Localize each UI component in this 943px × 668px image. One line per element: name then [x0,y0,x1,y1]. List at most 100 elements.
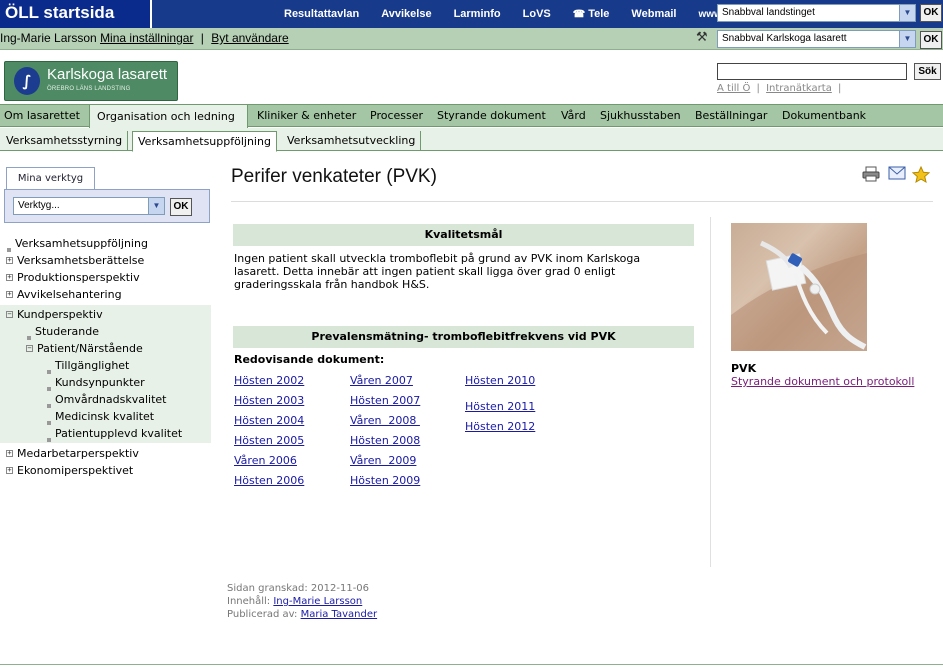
doc-link[interactable]: Våren 2009 [350,454,416,467]
top-nav-webmail[interactable]: Webmail [631,8,676,20]
divider [710,217,711,567]
published-by-link[interactable]: Maria Tavander [301,609,378,620]
top-nav: Resultattavlan Avvikelse Larminfo LoVS ☎… [284,0,744,28]
top-nav-resultattavlan[interactable]: Resultattavlan [284,8,359,20]
my-tools-tab[interactable]: Mina verktyg [6,167,95,190]
search-input[interactable] [717,63,907,80]
user-bar: Ing-Marie Larsson Mina inställningar | B… [0,28,943,50]
tree-item-patientupplevd-kvalitet[interactable]: Patientupplevd kvalitet [0,425,211,442]
main-nav: Om lasarettet Organisation och ledning K… [0,104,943,128]
divider [231,201,933,202]
subtab-verksamhetsstyrning[interactable]: Verksamhetsstyrning [1,131,129,151]
doc-link[interactable]: Hösten 2008 [350,434,420,447]
tab-styrande-dokument[interactable]: Styrande dokument [437,105,546,126]
page-footer: Sidan granskad: 2012-11-06 Innehåll: Ing… [227,582,377,621]
favorite-star-icon[interactable] [911,165,931,187]
quick-select-county-value: Snabbval landstinget [722,7,815,18]
expand-icon[interactable]: + [6,291,13,298]
tree-item-omvardnadskvalitet[interactable]: Omvårdnadskvalitet [0,391,211,408]
doc-link[interactable]: Hösten 2010 [465,374,535,387]
governing-documents-link[interactable]: Styrande dokument och protokoll [731,375,914,388]
pvk-photo [731,223,867,351]
quick-select-county-ok-button[interactable]: OK [920,4,942,22]
doc-link[interactable]: Hösten 2004 [234,414,304,427]
doc-link[interactable]: Hösten 2012 [465,420,535,433]
top-nav-avvikelse[interactable]: Avvikelse [381,8,431,20]
hospital-logo[interactable]: ∫ Karlskoga lasarett ÖREBRO LÄNS LANDSTI… [4,61,178,101]
quality-goal-heading: Kvalitetsmål [233,224,694,246]
chevron-down-icon: ▼ [899,31,915,47]
tab-kliniker-enheter[interactable]: Kliniker & enheter [257,105,356,126]
intranet-map-link[interactable]: Intranätkarta [766,83,832,94]
tools-icon: ⚒ [696,30,708,45]
tab-bestallningar[interactable]: Beställningar [695,105,767,126]
published-by-label: Publicerad av: [227,609,298,620]
quick-select-hospital-value: Snabbval Karlskoga lasarett [722,33,847,44]
collapse-icon[interactable]: − [6,311,13,318]
doc-link[interactable]: Hösten 2011 [465,400,535,413]
expand-icon[interactable]: + [6,467,13,474]
tab-om-lasarettet[interactable]: Om lasarettet [4,105,80,126]
reviewed-date: 2012-11-06 [310,583,370,594]
a-to-o-link[interactable]: A till Ö [717,83,750,94]
tree-item-verksamhetsberattelse[interactable]: + Verksamhetsberättelse [0,252,211,269]
tree-item-kundperspektiv[interactable]: − Kundperspektiv [0,306,211,323]
expand-icon[interactable]: + [6,274,13,281]
doc-link[interactable]: Hösten 2005 [234,434,304,447]
subtab-verksamhetsutveckling[interactable]: Verksamhetsutveckling [282,131,422,151]
email-icon[interactable] [888,166,906,184]
tab-organisation-och-ledning[interactable]: Organisation och ledning [89,104,248,128]
tree-item-tillganglighet[interactable]: Tillgänglighet [0,357,211,374]
tree-item-medicinsk-kvalitet[interactable]: Medicinsk kvalitet [0,408,211,425]
subtab-verksamhetsuppfoljning[interactable]: Verksamhetsuppföljning [132,131,277,152]
tree-item-kundsynpunkter[interactable]: Kundsynpunkter [0,374,211,391]
tree-item-verksamhetsuppfoljning[interactable]: Verksamhetsuppföljning [0,235,211,252]
top-nav-tele-label[interactable]: Tele [588,8,609,20]
brand-home-link[interactable]: ÖLL startsida [0,0,152,28]
tab-sjukhusstaben[interactable]: Sjukhusstaben [600,105,681,126]
tree-item-avvikelsehantering[interactable]: + Avvikelsehantering [0,286,211,303]
chevron-down-icon: ▼ [899,5,915,21]
quality-goal-text: Ingen patient skall utveckla tromboflebi… [234,252,641,291]
sub-nav: Verksamhetsstyrning Verksamhetsuppföljni… [0,128,943,152]
print-icon[interactable] [862,166,880,186]
search-button[interactable]: Sök [914,63,941,80]
tree-group-kundperspektiv: − Kundperspektiv Studerande − Patient/Nä… [0,305,211,443]
tab-vard[interactable]: Vård [561,105,586,126]
tree-item-medarbetarperspektiv[interactable]: + Medarbetarperspektiv [0,445,211,462]
tools-select-value: Verktyg... [18,200,60,211]
content-owner-link[interactable]: Ing-Marie Larsson [273,596,362,607]
top-nav-larminfo[interactable]: Larminfo [454,8,501,20]
tree-item-studerande[interactable]: Studerande [0,323,211,340]
doc-link[interactable]: Våren 2006 [234,454,297,467]
chevron-down-icon: ▼ [148,198,164,214]
tree-item-patient-narstaende[interactable]: − Patient/Närstående [0,340,211,357]
top-nav-lovs[interactable]: LoVS [523,8,551,20]
quick-select-county[interactable]: Snabbval landstinget ▼ [717,4,916,22]
documents-heading: Redovisande dokument: [234,353,385,366]
top-nav-tele[interactable]: ☎ [573,8,588,20]
doc-link[interactable]: Hösten 2002 [234,374,304,387]
quick-select-hospital-ok-button[interactable]: OK [920,31,942,49]
tree-item-produktionsperspektiv[interactable]: + Produktionsperspektiv [0,269,211,286]
doc-link[interactable]: Hösten 2003 [234,394,304,407]
tab-processer[interactable]: Processer [370,105,423,126]
user-name: Ing-Marie Larsson [0,31,97,45]
tree-item-ekonomiperspektivet[interactable]: + Ekonomiperspektivet [0,462,211,479]
my-settings-link[interactable]: Mina inställningar [100,31,193,45]
expand-icon[interactable]: + [6,450,13,457]
quick-select-hospital[interactable]: Snabbval Karlskoga lasarett ▼ [717,30,916,48]
doc-link[interactable]: Hösten 2007 [350,394,420,407]
divider: | [838,83,842,94]
tools-ok-button[interactable]: OK [170,198,192,216]
sidebar-tree: Verksamhetsuppföljning + Verksamhetsberä… [0,235,211,479]
collapse-icon[interactable]: − [26,345,33,352]
doc-link[interactable]: Hösten 2006 [234,474,304,487]
doc-link[interactable]: Hösten 2009 [350,474,420,487]
switch-user-link[interactable]: Byt användare [211,31,288,45]
tab-dokumentbank[interactable]: Dokumentbank [782,105,866,126]
doc-link[interactable]: Våren 2007 [350,374,413,387]
doc-link[interactable]: Våren 2008 [350,414,420,427]
tools-select[interactable]: Verktyg... ▼ [13,197,165,215]
expand-icon[interactable]: + [6,257,13,264]
